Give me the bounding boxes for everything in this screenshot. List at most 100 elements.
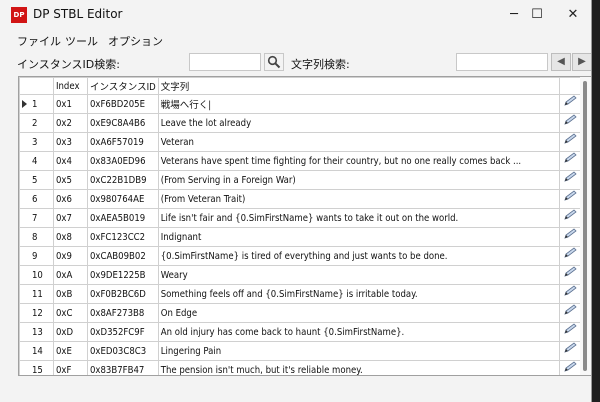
header-string[interactable]: 文字列 — [157, 77, 560, 95]
edit-cell[interactable] — [558, 170, 583, 190]
edit-cell[interactable] — [558, 151, 583, 171]
row-number[interactable]: 4 — [19, 151, 54, 171]
pencil-icon[interactable] — [563, 171, 579, 183]
cell-instance-id[interactable]: 0xAEA5B019 — [87, 208, 159, 228]
edit-cell[interactable] — [558, 284, 583, 304]
pencil-icon[interactable] — [563, 228, 579, 240]
cell-index[interactable]: 0xE — [53, 341, 88, 361]
menu-file[interactable]: ファイル — [17, 33, 61, 49]
cell-instance-id[interactable]: 0xED03C8C3 — [87, 341, 159, 361]
table-row[interactable]: 4 0x4 0x83A0ED96 Veterans have spent time f… — [19, 151, 583, 171]
row-number[interactable]: 5 — [19, 170, 54, 190]
menu-tools[interactable]: ツール — [65, 33, 98, 49]
cell-string[interactable]: Indignant — [157, 227, 560, 247]
pencil-icon[interactable] — [563, 133, 579, 145]
row-number[interactable]: 11 — [19, 284, 54, 304]
cell-string[interactable]: An old injury has come back to haunt {0.… — [157, 322, 560, 342]
table-row[interactable]: 7 0x7 0xAEA5B019 Life isn't fair and {0.Sim… — [19, 208, 583, 228]
menu-options[interactable]: オプション — [108, 33, 163, 49]
cell-index[interactable]: 0xF — [53, 360, 88, 375]
edit-cell[interactable] — [558, 227, 583, 247]
edit-cell[interactable] — [558, 265, 583, 285]
pencil-icon[interactable] — [563, 285, 579, 297]
table-row[interactable]: 13 0xD 0xD352FC9F An old injury has come ba… — [19, 322, 583, 342]
table-row[interactable]: 5 0x5 0xC22B1DB9 (From Serving in a Foreign… — [19, 170, 583, 190]
edit-cell[interactable] — [558, 322, 583, 342]
cell-index[interactable]: 0xA — [53, 265, 88, 285]
row-number[interactable]: 7 — [19, 208, 54, 228]
cell-string[interactable]: On Edge — [157, 303, 560, 323]
cell-string[interactable]: {0.SimFirstName} is tired of everything … — [157, 246, 560, 266]
header-instance-id[interactable]: インスタンスID — [87, 77, 159, 95]
edit-cell[interactable] — [558, 189, 583, 209]
row-number[interactable]: 10 — [19, 265, 54, 285]
pencil-icon[interactable] — [563, 342, 579, 354]
pencil-icon[interactable] — [563, 114, 579, 126]
table-row[interactable]: 12 0xC 0x8AF273B8 On Edge — [19, 303, 583, 323]
table-row[interactable]: 2 0x2 0xE9C8A4B6 Leave the lot already — [19, 113, 583, 133]
close-button[interactable]: ✕ — [554, 0, 591, 30]
cell-index[interactable]: 0x5 — [53, 170, 88, 190]
cell-instance-id[interactable]: 0xCAB09B02 — [87, 246, 159, 266]
cell-index[interactable]: 0x4 — [53, 151, 88, 171]
search-next-button[interactable]: ▶ — [572, 53, 591, 71]
cell-string[interactable]: Veterans have spent time fighting for th… — [157, 151, 560, 171]
cell-instance-id[interactable]: 0x83B7FB47 — [87, 360, 159, 375]
instance-id-search-input[interactable] — [189, 53, 261, 71]
cell-string[interactable]: Something feels off and {0.SimFirstName}… — [157, 284, 560, 304]
scrollbar-thumb[interactable] — [583, 81, 587, 371]
cell-index[interactable]: 0x7 — [53, 208, 88, 228]
table-row[interactable]: 9 0x9 0xCAB09B02 {0.SimFirstName} is tired … — [19, 246, 583, 266]
table-row[interactable]: 15 0xF 0x83B7FB47 The pension isn't much, b… — [19, 360, 583, 375]
pencil-icon[interactable] — [563, 95, 579, 107]
cell-string[interactable]: (From Veteran Trait) — [157, 189, 560, 209]
cell-string[interactable]: Veteran — [157, 132, 560, 152]
table-row[interactable]: 14 0xE 0xED03C8C3 Lingering Pain — [19, 341, 583, 361]
vertical-scrollbar[interactable] — [580, 77, 591, 375]
pencil-icon[interactable] — [563, 152, 579, 164]
row-number[interactable]: 1 — [19, 94, 54, 114]
text-search-input[interactable] — [456, 53, 548, 71]
pencil-icon[interactable] — [563, 209, 579, 221]
row-number[interactable]: 6 — [19, 189, 54, 209]
cell-string[interactable]: The pension isn't much, but it's reliabl… — [157, 360, 560, 375]
edit-cell[interactable] — [558, 132, 583, 152]
cell-string[interactable]: Weary — [157, 265, 560, 285]
cell-index[interactable]: 0x8 — [53, 227, 88, 247]
edit-cell[interactable] — [558, 303, 583, 323]
edit-cell[interactable] — [558, 246, 583, 266]
search-button[interactable] — [264, 53, 284, 71]
cell-string[interactable]: (From Serving in a Foreign War) — [157, 170, 560, 190]
table-row[interactable]: 8 0x8 0xFC123CC2 Indignant — [19, 227, 583, 247]
cell-index[interactable]: 0x9 — [53, 246, 88, 266]
cell-instance-id[interactable]: 0xE9C8A4B6 — [87, 113, 159, 133]
cell-instance-id[interactable]: 0x980764AE — [87, 189, 159, 209]
pencil-icon[interactable] — [563, 190, 579, 202]
cell-index[interactable]: 0xB — [53, 284, 88, 304]
pencil-icon[interactable] — [563, 266, 579, 278]
pencil-icon[interactable] — [563, 304, 579, 316]
table-row[interactable]: 1 0x1 0xF6BD205E 戦場へ行く| — [19, 94, 583, 114]
row-number[interactable]: 13 — [19, 322, 54, 342]
table-row[interactable]: 10 0xA 0x9DE1225B Weary — [19, 265, 583, 285]
cell-instance-id[interactable]: 0xA6F57019 — [87, 132, 159, 152]
cell-index[interactable]: 0x3 — [53, 132, 88, 152]
pencil-icon[interactable] — [563, 361, 579, 373]
cell-instance-id[interactable]: 0x9DE1225B — [87, 265, 159, 285]
row-number[interactable]: 2 — [19, 113, 54, 133]
cell-instance-id[interactable]: 0xD352FC9F — [87, 322, 159, 342]
cell-index[interactable]: 0xD — [53, 322, 88, 342]
edit-cell[interactable] — [558, 341, 583, 361]
search-prev-button[interactable]: ◀ — [551, 53, 571, 71]
cell-string[interactable]: Leave the lot already — [157, 113, 560, 133]
cell-string[interactable]: Lingering Pain — [157, 341, 560, 361]
row-number[interactable]: 3 — [19, 132, 54, 152]
cell-string[interactable]: 戦場へ行く| — [157, 94, 560, 114]
row-number[interactable]: 12 — [19, 303, 54, 323]
row-number[interactable]: 8 — [19, 227, 54, 247]
cell-instance-id[interactable]: 0xC22B1DB9 — [87, 170, 159, 190]
pencil-icon[interactable] — [563, 323, 579, 335]
cell-index[interactable]: 0x2 — [53, 113, 88, 133]
edit-cell[interactable] — [558, 208, 583, 228]
cell-instance-id[interactable]: 0x83A0ED96 — [87, 151, 159, 171]
